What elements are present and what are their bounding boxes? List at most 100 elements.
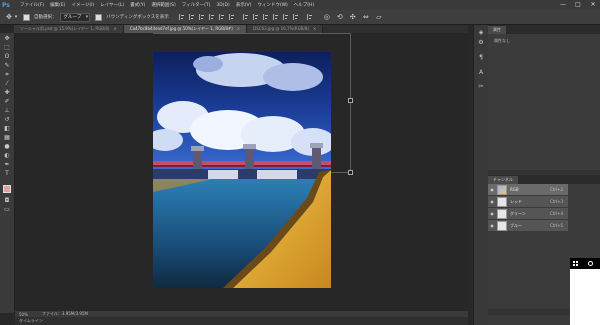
channel-name: レッド	[510, 198, 522, 204]
zoom-level[interactable]: 50%	[19, 312, 28, 317]
channel-row-rgb[interactable]: ◉ RGB Ctrl+2	[488, 184, 568, 196]
eye-icon[interactable]: ◉	[489, 211, 495, 216]
channel-row-red[interactable]: ◉ レッド Ctrl+3	[488, 196, 568, 208]
close-icon[interactable]: ×	[313, 26, 316, 31]
lasso-tool-icon[interactable]: ʘ	[3, 53, 11, 61]
screen-mode-icon[interactable]: ▭	[3, 206, 11, 214]
eraser-tool-icon[interactable]: ◧	[3, 125, 11, 133]
windows-start-icon[interactable]	[573, 261, 578, 266]
align-right-icon[interactable]	[228, 14, 235, 20]
document-image[interactable]	[153, 52, 331, 288]
align-vcenter-icon[interactable]	[188, 14, 195, 20]
document-tab-active[interactable]: Ca47bc8b44ead7ef.jpg @ 50%(レイヤー 1, RGB/8…	[123, 25, 248, 33]
tool-preset-dropdown-icon[interactable]: ▾	[14, 13, 18, 21]
3d-scale-icon[interactable]: ▱	[375, 13, 383, 21]
tools-icon[interactable]: ✂	[477, 83, 485, 91]
quick-select-tool-icon[interactable]: ✎	[3, 62, 11, 70]
menu-filter[interactable]: フィルター(T)	[182, 2, 211, 8]
timeline-panel-tab[interactable]: タイムライン	[15, 317, 468, 325]
channel-shortcut: Ctrl+3	[550, 199, 564, 204]
clone-stamp-tool-icon[interactable]: ⊥	[3, 107, 11, 115]
cortana-icon[interactable]	[588, 261, 593, 266]
collapsed-panel-strip: ◈ ⚙ ¶ A ✂	[473, 25, 488, 325]
eyedropper-tool-icon[interactable]: ⁄	[3, 80, 11, 88]
foreground-color-swatch[interactable]	[3, 185, 11, 193]
align-left-icon[interactable]	[208, 14, 215, 20]
landscape-photo	[153, 52, 331, 288]
channel-shortcut: Ctrl+5	[550, 223, 564, 228]
pen-tool-icon[interactable]: ✒	[3, 161, 11, 169]
auto-select-checkbox[interactable]	[23, 13, 30, 21]
channel-thumbnail	[497, 208, 507, 219]
3d-slide-icon[interactable]: ⇔	[362, 13, 370, 21]
menu-edit[interactable]: 編集(E)	[50, 2, 65, 8]
channel-thumbnail	[497, 220, 507, 231]
close-icon[interactable]: ×	[237, 26, 240, 31]
brush-tool-icon[interactable]: ✐	[3, 98, 11, 106]
document-tab[interactable]: ソーシャル用.psd @ 15.9%(レイヤー 1, RGB/8) ×	[14, 25, 124, 33]
properties-icon[interactable]: ⚙	[477, 39, 485, 47]
document-tab[interactable]: DSC03.jpg @ 16.7%(RGB/8) ×	[247, 25, 324, 33]
auto-select-dropdown[interactable]: グループ	[59, 12, 91, 22]
align-hcenter-icon[interactable]	[218, 14, 225, 20]
show-transform-label: バウンディングボックスを表示	[106, 15, 169, 20]
channel-row-green[interactable]: ◉ グリーン Ctrl+4	[488, 208, 568, 220]
menu-image[interactable]: イメージ(I)	[71, 2, 94, 8]
tab-channels[interactable]: チャンネル	[488, 176, 518, 184]
show-transform-checkbox[interactable]	[95, 13, 103, 21]
distribute-top-icon[interactable]	[242, 14, 249, 20]
auto-select-label: 自動選択：	[34, 15, 57, 20]
align-top-icon[interactable]	[178, 14, 185, 20]
3d-roll-icon[interactable]: ⟲	[336, 13, 344, 21]
tools-panel: ✥ ⬚ ʘ ✎ ⌗ ⁄ ✚ ✐ ⊥ ↺ ◧ ▦ ● ◐ ✒ T ▸ ◘ ▭	[0, 33, 15, 313]
distribute-right-icon[interactable]	[292, 14, 299, 20]
auto-align-icon[interactable]	[306, 14, 313, 20]
menu-layer[interactable]: レイヤー(L)	[100, 2, 124, 8]
menu-file[interactable]: ファイル(F)	[20, 2, 44, 8]
crop-tool-icon[interactable]: ⌗	[3, 71, 11, 79]
menu-select[interactable]: 選択範囲(S)	[151, 2, 175, 8]
channel-name: ブルー	[510, 222, 522, 228]
close-icon[interactable]: ×	[113, 26, 116, 31]
move-tool-icon[interactable]: ✥	[3, 35, 11, 43]
menu-3d[interactable]: 3D(D)	[216, 3, 229, 8]
menu-view[interactable]: 表示(V)	[236, 2, 252, 8]
eye-icon[interactable]: ◉	[489, 199, 495, 204]
channel-row-blue[interactable]: ◉ ブルー Ctrl+5	[488, 220, 568, 232]
history-icon[interactable]: ◈	[477, 29, 485, 37]
tab-properties[interactable]: 属性	[488, 26, 506, 34]
distribute-hcenter-icon[interactable]	[282, 14, 289, 20]
gradient-tool-icon[interactable]: ▦	[3, 134, 11, 142]
tab-label: ソーシャル用.psd @ 15.9%(レイヤー 1, RGB/8)	[20, 26, 110, 31]
character-icon[interactable]: A	[477, 69, 485, 77]
maximize-button[interactable]: □	[575, 1, 581, 8]
menu-type[interactable]: 書式(Y)	[130, 2, 145, 8]
taskbar-strip	[570, 258, 600, 269]
minimize-button[interactable]: —	[560, 1, 566, 8]
healing-brush-tool-icon[interactable]: ✚	[3, 89, 11, 97]
type-tool-icon[interactable]: T	[3, 170, 11, 178]
distribute-bottom-icon[interactable]	[262, 14, 269, 20]
eye-icon[interactable]: ◉	[489, 187, 495, 192]
marquee-tool-icon[interactable]: ⬚	[3, 44, 11, 52]
eye-icon[interactable]: ◉	[489, 223, 495, 228]
transform-handle[interactable]	[348, 170, 353, 175]
move-tool-icon[interactable]: ✥	[5, 13, 13, 21]
tab-label: DSC03.jpg @ 16.7%(RGB/8)	[253, 26, 310, 31]
history-brush-tool-icon[interactable]: ↺	[3, 116, 11, 124]
dodge-tool-icon[interactable]: ◐	[3, 152, 11, 160]
menu-window[interactable]: ウィンドウ(W)	[257, 2, 287, 8]
quick-mask-icon[interactable]: ◘	[3, 197, 11, 205]
transform-handle[interactable]	[348, 98, 353, 103]
3d-orbit-icon[interactable]: ◎	[323, 13, 331, 21]
transform-bounding-box	[350, 33, 351, 173]
blur-tool-icon[interactable]: ●	[3, 143, 11, 151]
menu-help[interactable]: ヘルプ(H)	[294, 2, 314, 8]
distribute-vcenter-icon[interactable]	[252, 14, 259, 20]
distribute-left-icon[interactable]	[272, 14, 279, 20]
close-button[interactable]: ✕	[590, 1, 596, 8]
3d-pan-icon[interactable]: ✣	[349, 13, 357, 21]
tab-label: Ca47bc8b44ead7ef.jpg @ 50%(レイヤー 1, RGB/8…	[129, 26, 233, 31]
align-bottom-icon[interactable]	[198, 14, 205, 20]
paragraph-icon[interactable]: ¶	[477, 54, 485, 62]
